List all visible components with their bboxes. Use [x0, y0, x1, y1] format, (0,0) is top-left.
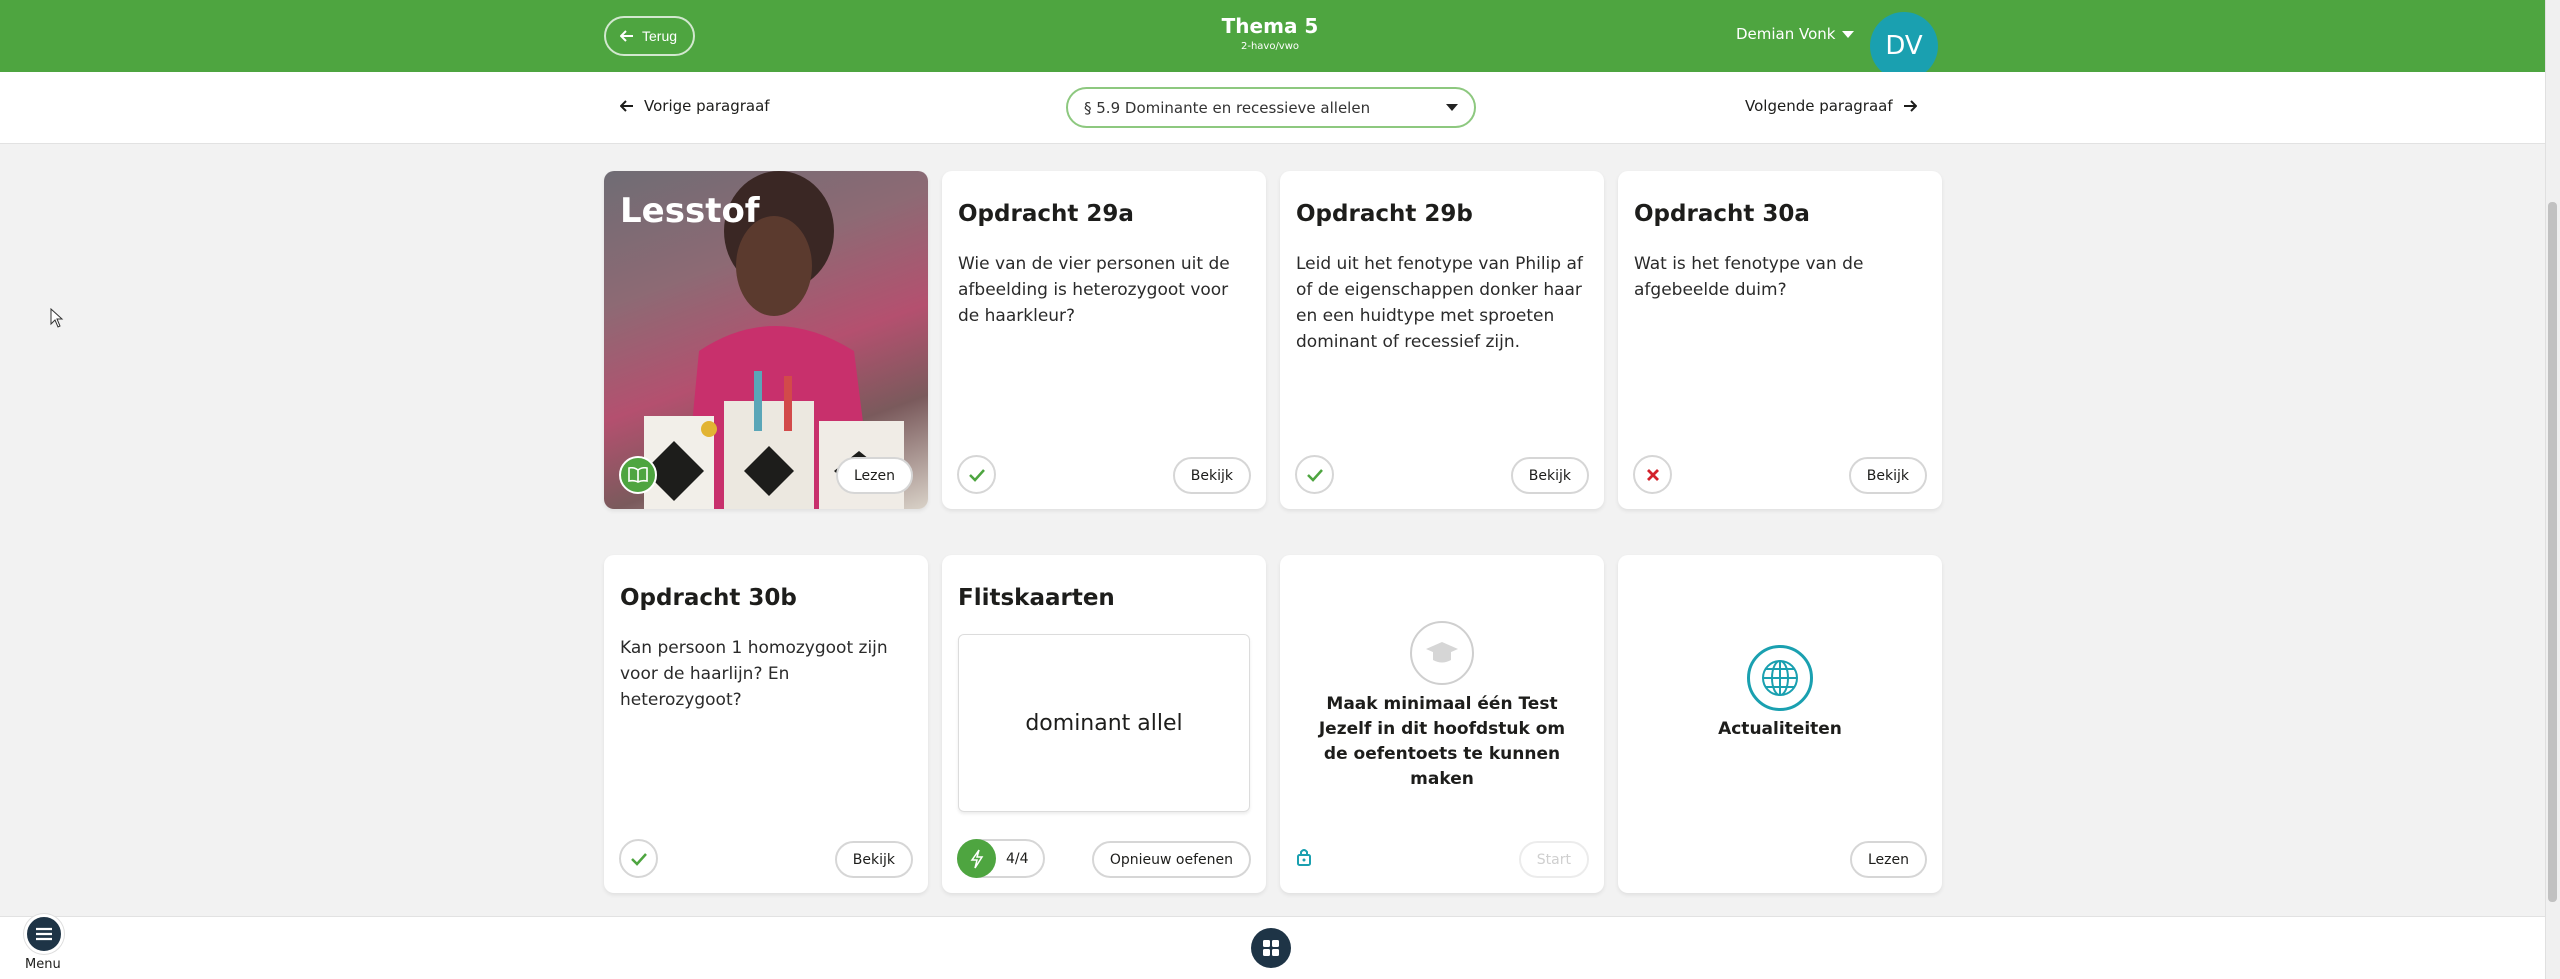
- view-button[interactable]: Bekijk: [1848, 457, 1927, 494]
- locked-message: Maak minimaal één Test Jezelf in dit hoo…: [1318, 694, 1566, 789]
- arrow-left-icon: [620, 100, 633, 112]
- lock-icon: [1296, 847, 1312, 871]
- scrollbar-thumb[interactable]: [2548, 202, 2557, 902]
- flashcard-progress: 4/4: [957, 839, 1045, 878]
- graduation-cap-icon: [1410, 621, 1474, 685]
- card-title: Opdracht 29a: [958, 201, 1134, 227]
- check-icon: [957, 455, 996, 494]
- section-select[interactable]: § 5.9 Dominante en recessieve allelen: [1066, 87, 1476, 128]
- view-button[interactable]: Bekijk: [1172, 457, 1251, 494]
- card-title: Flitskaarten: [958, 585, 1115, 611]
- read-button[interactable]: Lezen: [1849, 841, 1927, 878]
- next-section-link[interactable]: Volgende paragraaf: [1745, 97, 1917, 115]
- view-button[interactable]: Bekijk: [834, 841, 913, 878]
- previous-section-link[interactable]: Vorige paragraaf: [620, 97, 770, 115]
- lesstof-card[interactable]: Lesstof Lezen: [604, 171, 928, 509]
- flashcards-card[interactable]: Flitskaarten dominant allel 4/4 Opnieuw …: [942, 555, 1266, 893]
- practice-test-card: Maak minimaal één Test Jezelf in dit hoo…: [1280, 555, 1604, 893]
- chevron-down-icon: [1446, 104, 1458, 111]
- card-title: Opdracht 30a: [1634, 201, 1810, 227]
- grid-view-button[interactable]: [1251, 928, 1291, 968]
- mouse-cursor-icon: [50, 307, 64, 332]
- menu-button[interactable]: [24, 914, 64, 954]
- card-text: Kan persoon 1 homozygoot zijn voor de ha…: [620, 638, 888, 710]
- assignment-card-30b[interactable]: Opdracht 30b Kan persoon 1 homozygoot zi…: [604, 555, 928, 893]
- start-button[interactable]: Start: [1518, 841, 1589, 878]
- check-icon: [1295, 455, 1334, 494]
- check-icon: [619, 839, 658, 878]
- card-text: Wie van de vier personen uit de afbeeldi…: [958, 254, 1230, 326]
- grid-icon: [1263, 940, 1279, 956]
- assignment-card-30a[interactable]: Opdracht 30a Wat is het fenotype van de …: [1618, 171, 1942, 509]
- page-title: Thema 5: [1221, 14, 1319, 38]
- previous-section-label: Vorige paragraaf: [644, 97, 770, 115]
- hamburger-icon: [36, 927, 52, 941]
- arrow-right-icon: [1903, 100, 1917, 112]
- user-name: Demian Vonk: [1736, 25, 1836, 43]
- flashcard[interactable]: dominant allel: [958, 634, 1250, 812]
- assignment-card-29b[interactable]: Opdracht 29b Leid uit het fenotype van P…: [1280, 171, 1604, 509]
- card-title: Opdracht 29b: [1296, 201, 1473, 227]
- back-label: Terug: [642, 28, 678, 44]
- avatar[interactable]: DV: [1870, 12, 1938, 80]
- lightning-icon: [957, 839, 996, 878]
- card-title: Lesstof: [620, 191, 760, 231]
- menu-label: Menu: [25, 957, 61, 972]
- book-icon: [619, 456, 657, 494]
- flashcard-count: 4/4: [1006, 850, 1029, 867]
- cross-icon: [1633, 455, 1672, 494]
- globe-icon: [1747, 645, 1813, 711]
- practice-again-button[interactable]: Opnieuw oefenen: [1091, 841, 1251, 878]
- card-title: Opdracht 30b: [620, 585, 797, 611]
- chevron-down-icon: [1841, 30, 1854, 38]
- section-select-value: § 5.9 Dominante en recessieve allelen: [1084, 98, 1371, 117]
- page-subtitle: 2-havo/vwo: [1240, 41, 1300, 52]
- news-label: Actualiteiten: [1718, 719, 1842, 739]
- card-text: Leid uit het fenotype van Philip af of d…: [1296, 254, 1583, 352]
- read-button[interactable]: Lezen: [835, 457, 913, 494]
- assignment-card-29a[interactable]: Opdracht 29a Wie van de vier personen ui…: [942, 171, 1266, 509]
- view-button[interactable]: Bekijk: [1510, 457, 1589, 494]
- next-section-label: Volgende paragraaf: [1745, 97, 1893, 115]
- user-menu[interactable]: Demian Vonk: [1736, 25, 1854, 43]
- back-button[interactable]: Terug: [604, 16, 696, 56]
- card-text: Wat is het fenotype van de afgebeelde du…: [1634, 254, 1864, 300]
- arrow-left-icon: [620, 30, 633, 42]
- page-title-block: Thema 5 2-havo/vwo: [1170, 14, 1370, 52]
- news-card[interactable]: Actualiteiten Lezen: [1618, 555, 1942, 893]
